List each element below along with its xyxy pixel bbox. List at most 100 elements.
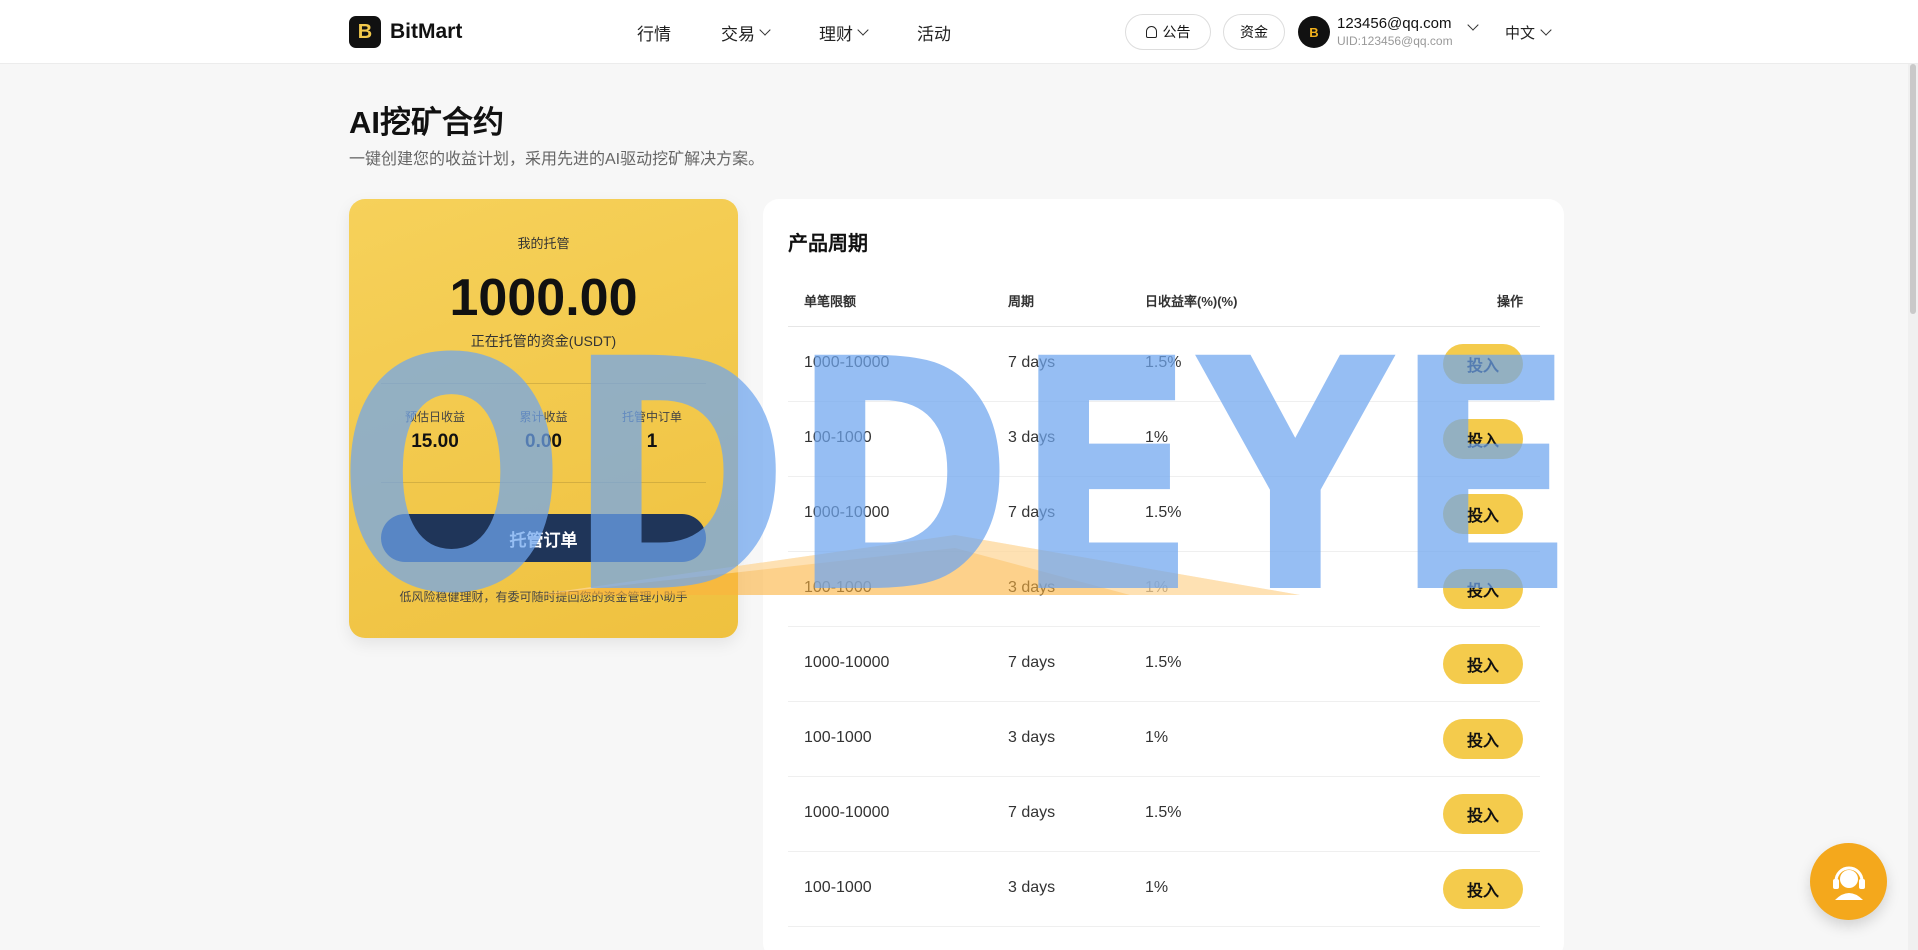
cell-period: 7 days [1008, 354, 1056, 371]
cell-rate: 1.5% [1145, 504, 1182, 521]
avatar[interactable]: B [1298, 16, 1330, 48]
invest-button[interactable]: 投入 [1443, 644, 1523, 684]
cell-limit: 1000-10000 [804, 354, 890, 371]
brand-name: BitMart [390, 20, 463, 43]
nav-item-market[interactable]: 行情 [637, 20, 671, 45]
products-title: 产品周期 [788, 233, 868, 255]
stat-value: 0.00 [525, 431, 562, 452]
custody-amount: 1000.00 [449, 269, 638, 327]
main-nav: 行情 交易 理财 活动 [637, 0, 1001, 64]
invest-button[interactable]: 投入 [1443, 419, 1523, 459]
table-row: 1000-10000 7 days 1.5% 投入 [788, 477, 1540, 552]
cell-limit: 100-1000 [804, 429, 872, 446]
stat-total-income: 累计收益 0.00 [490, 408, 598, 453]
divider [381, 383, 706, 384]
nav-label: 理财 [819, 24, 853, 44]
cell-limit: 100-1000 [804, 729, 872, 746]
table-row: 1000-10000 7 days 1.5% 投入 [788, 777, 1540, 852]
page-scrollbar[interactable] [1908, 64, 1918, 950]
cell-limit: 100-1000 [804, 879, 872, 896]
stat-label: 预估日收益 [404, 410, 465, 424]
cell-period: 3 days [1008, 429, 1056, 446]
table-row: 100-1000 3 days 1% 投入 [788, 852, 1540, 927]
cell-rate: 1% [1145, 879, 1169, 896]
cell-rate: 1% [1145, 579, 1169, 596]
table-row: 100-1000 3 days 1% 投入 [788, 552, 1540, 627]
user-email: 123456@qq.com [1337, 15, 1452, 32]
table-body: 1000-10000 7 days 1.5% 投入 100-1000 3 days 1% 投入… [788, 327, 1540, 927]
invest-button[interactable]: 投入 [1443, 719, 1523, 759]
table-header: 单笔限额 周期 日收益率(%)(%) 操作 [788, 281, 1540, 327]
nav-label: 交易 [721, 24, 755, 44]
top-header: B BitMart 行情 交易 理财 活动 公告 资金 B 123456@qq.… [0, 0, 1918, 64]
customer-support-button[interactable] [1810, 843, 1887, 920]
cell-rate: 1.5% [1145, 354, 1182, 371]
funds-button[interactable]: 资金 [1223, 14, 1285, 50]
cell-period: 7 days [1008, 504, 1056, 521]
cell-period: 7 days [1008, 804, 1056, 821]
cell-period: 3 days [1008, 729, 1056, 746]
funds-label: 资金 [1240, 24, 1268, 40]
language-selector[interactable]: 中文 [1505, 22, 1552, 43]
divider [381, 482, 706, 483]
custody-label: 我的托管 [517, 236, 570, 251]
chevron-down-icon[interactable] [1467, 19, 1479, 31]
stat-label: 累计收益 [519, 410, 568, 424]
cell-limit: 100-1000 [804, 579, 872, 596]
cell-rate: 1% [1145, 429, 1169, 446]
page-subtitle: 一键创建您的收益计划，采用先进的AI驱动挖矿解决方案。 [349, 151, 765, 168]
bell-icon [1145, 26, 1157, 38]
scrollbar-thumb[interactable] [1910, 64, 1916, 314]
cell-limit: 1000-10000 [804, 804, 890, 821]
page-title: AI挖矿合约 [349, 105, 504, 140]
stat-value: 1 [646, 431, 658, 452]
custody-card: 我的托管 1000.00 正在托管的资金(USDT) 预估日收益 15.00 累… [349, 199, 738, 638]
custody-orders-button[interactable]: 托管订单 [381, 514, 706, 562]
announcement-button[interactable]: 公告 [1125, 14, 1211, 50]
cell-rate: 1.5% [1145, 654, 1182, 671]
custody-amount-caption: 正在托管的资金(USDT) [470, 333, 617, 349]
cell-period: 3 days [1008, 579, 1056, 596]
cell-period: 3 days [1008, 879, 1056, 896]
language-label: 中文 [1505, 25, 1536, 42]
stat-label: 托管中订单 [621, 410, 682, 424]
table-row: 1000-10000 7 days 1.5% 投入 [788, 327, 1540, 402]
cell-rate: 1% [1145, 729, 1169, 746]
invest-button[interactable]: 投入 [1443, 494, 1523, 534]
cell-limit: 1000-10000 [804, 504, 890, 521]
table-row: 100-1000 3 days 1% 投入 [788, 402, 1540, 477]
cell-rate: 1.5% [1145, 804, 1182, 821]
announcement-label: 公告 [1162, 24, 1191, 40]
cell-limit: 1000-10000 [804, 654, 890, 671]
chevron-down-icon [857, 23, 869, 36]
nav-item-finance[interactable]: 理财 [819, 20, 869, 45]
bitmart-logo-icon: B [349, 16, 381, 48]
custody-note: 低风险稳健理财，有委可随时提回您的资金管理小助手 [399, 590, 688, 604]
column-header: 操作 [1496, 294, 1523, 309]
user-info[interactable]: 123456@qq.com UID:123456@qq.com [1337, 15, 1453, 48]
nav-label: 活动 [917, 24, 951, 44]
brand-logo[interactable]: B BitMart [349, 16, 462, 48]
invest-button[interactable]: 投入 [1443, 794, 1523, 834]
invest-button[interactable]: 投入 [1443, 869, 1523, 909]
stat-active-orders: 托管中订单 1 [598, 408, 706, 453]
nav-item-activity[interactable]: 活动 [917, 20, 951, 45]
nav-item-trade[interactable]: 交易 [721, 20, 771, 45]
stat-daily-income: 预估日收益 15.00 [381, 408, 489, 453]
column-header: 日收益率(%)(%) [1145, 294, 1238, 309]
chevron-down-icon [1540, 24, 1552, 36]
user-uid: UID:123456@qq.com [1337, 34, 1453, 48]
chevron-down-icon [759, 23, 771, 36]
invest-button[interactable]: 投入 [1443, 344, 1523, 384]
column-header: 单笔限额 [804, 294, 857, 309]
cell-period: 7 days [1008, 654, 1056, 671]
nav-label: 行情 [637, 24, 671, 44]
column-header: 周期 [1008, 294, 1035, 309]
table-row: 100-1000 3 days 1% 投入 [788, 702, 1540, 777]
custody-stats: 预估日收益 15.00 累计收益 0.00 托管中订单 1 [381, 408, 706, 453]
invest-button[interactable]: 投入 [1443, 569, 1523, 609]
headset-icon [1832, 866, 1865, 900]
products-panel: 产品周期 单笔限额 周期 日收益率(%)(%) 操作 1000-10000 7 d… [763, 199, 1564, 950]
stat-value: 15.00 [411, 431, 459, 452]
table-row: 1000-10000 7 days 1.5% 投入 [788, 627, 1540, 702]
